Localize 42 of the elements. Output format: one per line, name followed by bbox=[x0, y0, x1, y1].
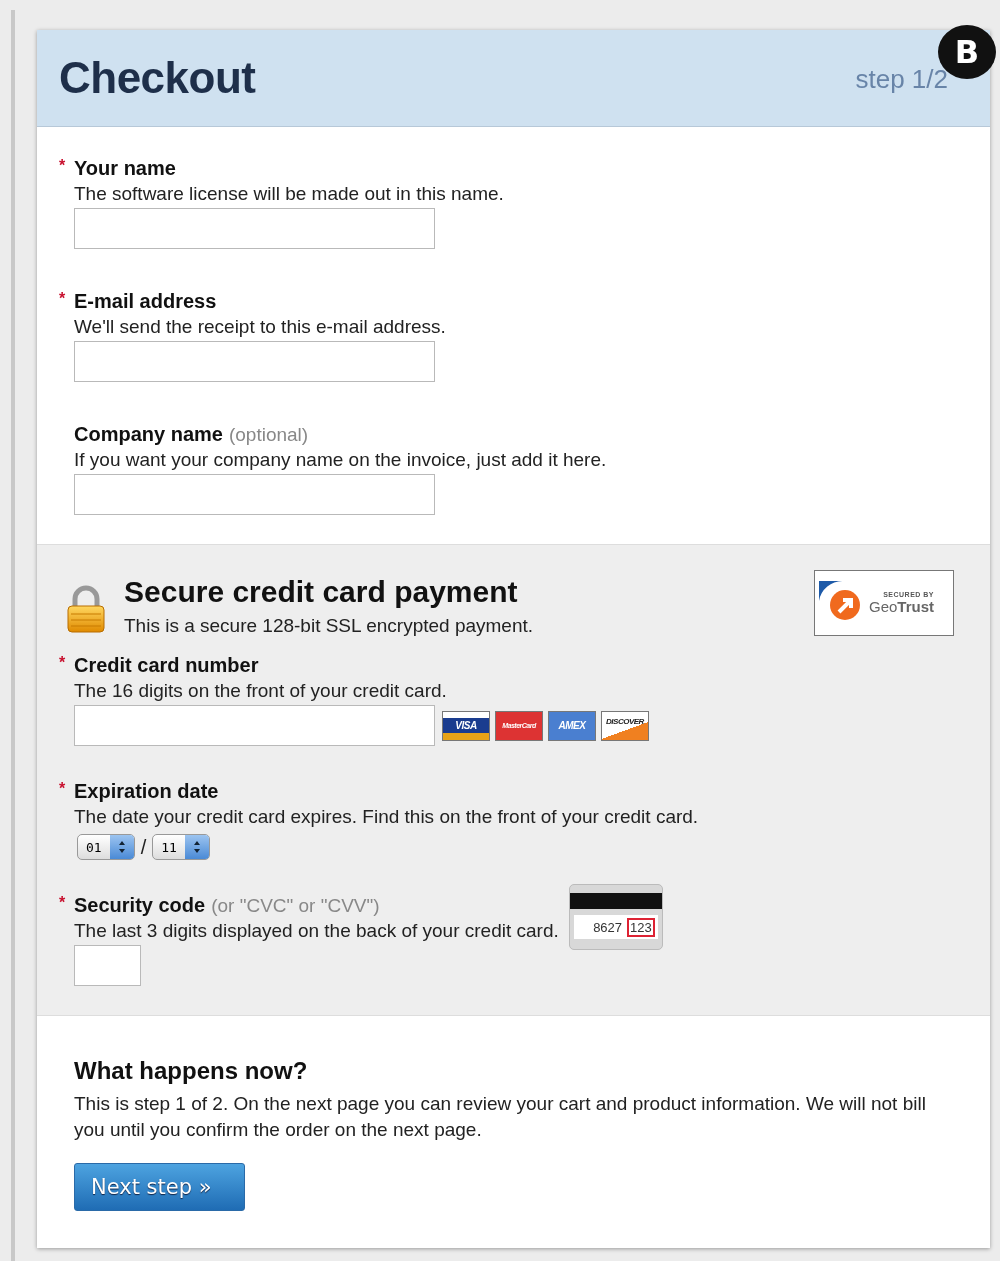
field-label: Credit card number bbox=[74, 654, 259, 677]
card-logo: AMEX bbox=[548, 710, 596, 741]
field-label: Your name bbox=[74, 157, 176, 180]
field-label: Company name bbox=[74, 423, 223, 446]
section-title: What happens now? bbox=[74, 1057, 309, 1085]
field-label: Expiration date bbox=[74, 780, 219, 803]
seal-brand: GeoTrust bbox=[869, 598, 935, 615]
input-field[interactable] bbox=[74, 208, 435, 249]
field-label: Security code bbox=[74, 894, 206, 917]
field-hint: The date your credit card expires. Find this on the front of your credit card. bbox=[74, 806, 700, 828]
optional-note: (or "CVC" or "CVV") bbox=[211, 895, 380, 917]
input-field[interactable] bbox=[74, 474, 435, 515]
required-asterisk: * bbox=[59, 654, 66, 672]
updown-arrows-icon bbox=[117, 840, 126, 854]
input-field[interactable] bbox=[74, 341, 435, 382]
required-asterisk: * bbox=[59, 290, 66, 308]
field-hint: The 16 digits on the front of your credit card. bbox=[74, 680, 448, 702]
section-subtitle: This is a secure 128-bit SSL encrypted payment. bbox=[124, 615, 534, 637]
security-code-text: 123 bbox=[627, 917, 655, 937]
field-hint: We'll send the receipt to this e-mail address. bbox=[74, 316, 447, 338]
required-asterisk: * bbox=[59, 894, 66, 912]
card-logo: VISA bbox=[442, 710, 490, 741]
page-title: Checkout bbox=[59, 53, 256, 103]
dropdown[interactable]: 01 bbox=[77, 834, 135, 860]
dropdown[interactable]: 11 bbox=[152, 834, 210, 860]
date-separator: / bbox=[140, 835, 147, 859]
field-hint: If you want your company name on the invoice, just add it here. bbox=[74, 449, 608, 471]
field-label: E-mail address bbox=[74, 290, 217, 313]
section-title: Secure credit card payment bbox=[124, 575, 519, 609]
field-hint: The last 3 digits displayed on the back of your credit card. bbox=[74, 920, 559, 942]
card-number-text: 8627 bbox=[593, 919, 623, 935]
updown-arrows-icon bbox=[192, 840, 201, 854]
optional-note: (optional) bbox=[228, 424, 309, 446]
field-hint: The software license will be made out in this name. bbox=[74, 183, 505, 205]
info-paragraph: This is step 1 of 2. On the next page you can review your cart and product information. We will not bill you until you confirm the order on the next page. bbox=[74, 1092, 927, 1142]
required-asterisk: * bbox=[59, 157, 66, 175]
card-logo: DISCOVER bbox=[601, 710, 649, 741]
required-asterisk: * bbox=[59, 780, 66, 798]
next-step-button[interactable]: Next step » bbox=[74, 1163, 245, 1211]
padlock-icon bbox=[67, 585, 105, 633]
input-field[interactable] bbox=[74, 705, 435, 746]
input-field[interactable] bbox=[74, 945, 141, 986]
